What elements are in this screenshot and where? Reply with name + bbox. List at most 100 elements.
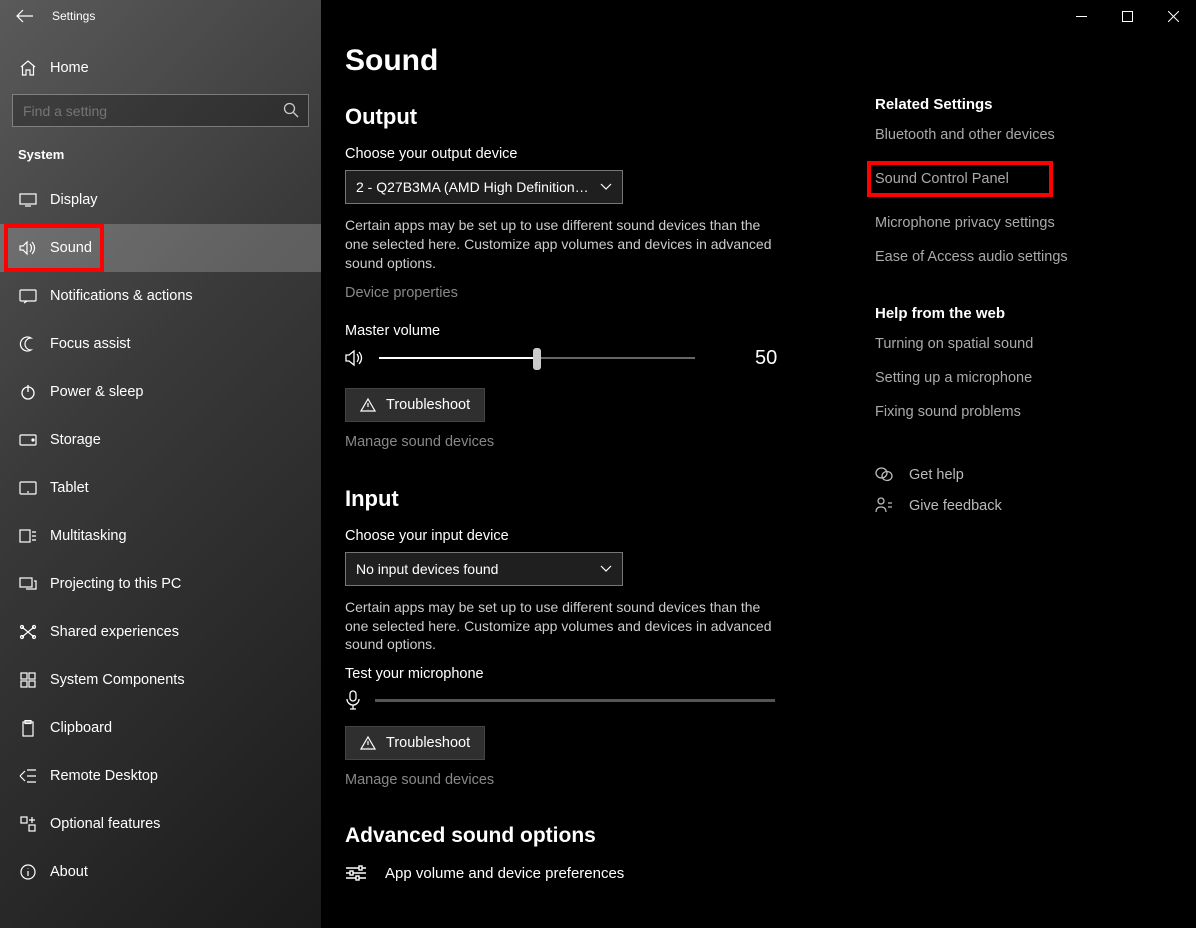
slider-fill <box>379 357 537 359</box>
sidebar-item-system-components[interactable]: System Components <box>0 656 321 704</box>
sidebar-item-tablet[interactable]: Tablet <box>0 464 321 512</box>
optional-features-icon <box>18 816 38 832</box>
minimize-icon <box>1076 11 1087 22</box>
window-controls <box>1058 0 1196 32</box>
search-input[interactable] <box>12 94 309 127</box>
test-microphone-label: Test your microphone <box>345 666 785 682</box>
master-volume-value: 50 <box>755 347 777 370</box>
link-bluetooth-devices[interactable]: Bluetooth and other devices <box>875 127 1115 143</box>
chevron-down-icon <box>600 565 612 573</box>
arrow-left-icon <box>16 9 34 23</box>
output-device-dropdown[interactable]: 2 - Q27B3MA (AMD High Definition… <box>345 170 623 204</box>
sidebar-item-label: Multitasking <box>50 528 127 544</box>
master-volume-label: Master volume <box>345 323 785 339</box>
output-device-value: 2 - Q27B3MA (AMD High Definition… <box>356 179 589 195</box>
link-ease-of-access-audio[interactable]: Ease of Access audio settings <box>875 249 1115 265</box>
home-icon <box>18 60 38 76</box>
output-heading: Output <box>345 104 785 130</box>
output-device-properties-link[interactable]: Device properties <box>345 285 785 301</box>
display-icon <box>18 193 38 207</box>
search-field[interactable] <box>12 94 309 127</box>
input-device-value: No input devices found <box>356 561 498 577</box>
link-sound-control-panel[interactable]: Sound Control Panel <box>875 161 1115 197</box>
sidebar-item-projecting[interactable]: Projecting to this PC <box>0 560 321 608</box>
input-help-text: Certain apps may be set up to use differ… <box>345 598 785 655</box>
give-feedback-link[interactable]: Give feedback <box>875 497 1115 514</box>
sidebar-item-shared-experiences[interactable]: Shared experiences <box>0 608 321 656</box>
search-icon <box>283 102 299 118</box>
page-title: Sound <box>345 44 785 78</box>
sidebar-item-label: Notifications & actions <box>50 288 193 304</box>
notifications-icon <box>18 288 38 304</box>
get-help-link[interactable]: Get help <box>875 466 1115 483</box>
sidebar-item-remote-desktop[interactable]: Remote Desktop <box>0 752 321 800</box>
moon-icon <box>18 336 38 352</box>
minimize-button[interactable] <box>1058 0 1104 32</box>
highlighted-link-label: Sound Control Panel <box>867 161 1053 197</box>
close-icon <box>1168 11 1179 22</box>
feedback-icon <box>875 497 893 514</box>
link-label: App volume and device preferences <box>385 865 624 882</box>
microphone-level-bar <box>375 699 775 702</box>
sidebar-item-notifications[interactable]: Notifications & actions <box>0 272 321 320</box>
sidebar-item-label: Projecting to this PC <box>50 576 181 592</box>
advanced-heading: Advanced sound options <box>345 824 785 848</box>
volume-icon <box>345 349 365 367</box>
sound-icon <box>18 240 38 256</box>
sidebar-item-label: Focus assist <box>50 336 131 352</box>
output-help-text: Certain apps may be set up to use differ… <box>345 216 785 273</box>
link-fixing-sound[interactable]: Fixing sound problems <box>875 404 1115 420</box>
master-volume-slider[interactable] <box>379 357 695 359</box>
related-sidebar: Related Settings Bluetooth and other dev… <box>875 44 1115 928</box>
sidebar-item-label: About <box>50 864 88 880</box>
nav-home-label: Home <box>50 60 89 76</box>
maximize-button[interactable] <box>1104 0 1150 32</box>
back-button[interactable] <box>14 6 36 26</box>
input-device-dropdown[interactable]: No input devices found <box>345 552 623 586</box>
sidebar-item-label: Clipboard <box>50 720 112 736</box>
output-device-label: Choose your output device <box>345 146 785 162</box>
input-heading: Input <box>345 486 785 512</box>
sidebar-item-label: Tablet <box>50 480 89 496</box>
maximize-icon <box>1122 11 1133 22</box>
sidebar-item-label: Storage <box>50 432 101 448</box>
power-icon <box>18 384 38 400</box>
sidebar-section-label: System <box>0 147 321 176</box>
sidebar-item-about[interactable]: About <box>0 848 321 896</box>
output-manage-devices-link[interactable]: Manage sound devices <box>345 434 785 450</box>
link-spatial-sound[interactable]: Turning on spatial sound <box>875 336 1115 352</box>
button-label: Troubleshoot <box>386 735 470 751</box>
clipboard-icon <box>18 720 38 737</box>
related-settings-heading: Related Settings <box>875 96 1115 113</box>
slider-thumb[interactable] <box>533 348 541 370</box>
sidebar-item-storage[interactable]: Storage <box>0 416 321 464</box>
sidebar-item-label: Optional features <box>50 816 160 832</box>
sidebar: Settings Home System Display Sound <box>0 0 321 928</box>
sidebar-item-optional-features[interactable]: Optional features <box>0 800 321 848</box>
sidebar-item-label: Power & sleep <box>50 384 144 400</box>
link-microphone-privacy[interactable]: Microphone privacy settings <box>875 215 1115 231</box>
sidebar-item-clipboard[interactable]: Clipboard <box>0 704 321 752</box>
input-troubleshoot-button[interactable]: Troubleshoot <box>345 726 485 760</box>
link-setup-microphone[interactable]: Setting up a microphone <box>875 370 1115 386</box>
nav-home[interactable]: Home <box>0 32 321 94</box>
multitasking-icon <box>18 529 38 543</box>
sidebar-item-display[interactable]: Display <box>0 176 321 224</box>
output-troubleshoot-button[interactable]: Troubleshoot <box>345 388 485 422</box>
storage-icon <box>18 434 38 446</box>
sidebar-item-sound[interactable]: Sound <box>0 224 321 272</box>
help-icon <box>875 466 893 483</box>
sidebar-item-power-sleep[interactable]: Power & sleep <box>0 368 321 416</box>
button-label: Troubleshoot <box>386 397 470 413</box>
warning-icon <box>360 398 376 412</box>
microphone-icon <box>345 690 361 710</box>
tablet-icon <box>18 481 38 495</box>
sidebar-item-focus-assist[interactable]: Focus assist <box>0 320 321 368</box>
app-volume-preferences-link[interactable]: App volume and device preferences <box>345 864 785 882</box>
close-button[interactable] <box>1150 0 1196 32</box>
sidebar-item-multitasking[interactable]: Multitasking <box>0 512 321 560</box>
input-manage-devices-link[interactable]: Manage sound devices <box>345 772 785 788</box>
help-from-web-heading: Help from the web <box>875 305 1115 322</box>
link-label: Get help <box>909 467 964 483</box>
window-title: Settings <box>0 0 321 32</box>
